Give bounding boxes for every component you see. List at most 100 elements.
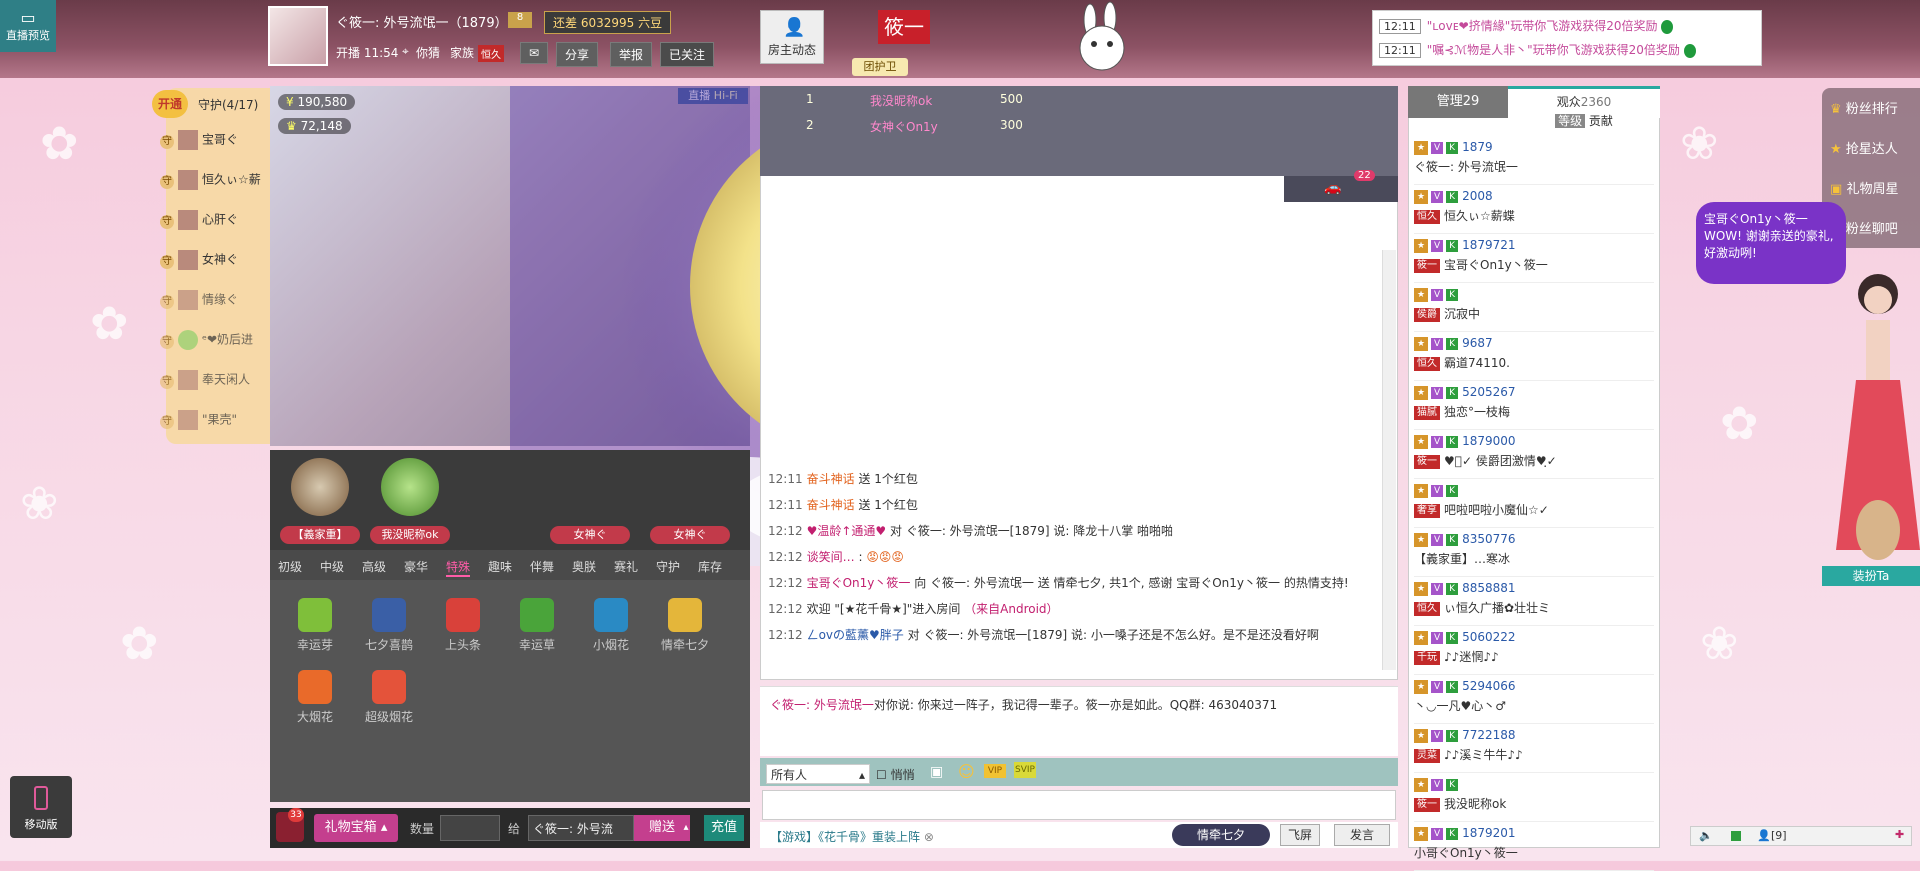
guard-member-name: 女神ぐ [202, 252, 239, 267]
quantity-input[interactable] [440, 815, 500, 841]
fan-ranking-link[interactable]: ♛ 粉丝排行 [1830, 98, 1898, 117]
viewer-row[interactable]: ★ V K 筱一 我没昵称ok [1414, 775, 1654, 822]
msg-user[interactable]: 奋斗神话 [807, 472, 855, 486]
top-gifter-slot[interactable]: 我没昵称ok [370, 458, 450, 544]
smiley-icon[interactable]: ☺ [958, 762, 975, 781]
volume-icon[interactable]: 🔈 [1699, 829, 1713, 842]
viewer-row[interactable]: ★ V K 8350776 【義家重】…寒冰 [1414, 530, 1654, 577]
gift-item[interactable]: 大烟花 [280, 670, 350, 725]
car-button[interactable]: 🚗 22 [1284, 170, 1398, 202]
viewer-row[interactable]: ★ V K 1879201 小哥ぐOn1y丶筱一 [1414, 824, 1654, 871]
family-tag[interactable]: 恒久 [478, 45, 504, 62]
gift-item[interactable]: 幸运芽 [280, 598, 350, 653]
viewer-row[interactable]: ★ V K 7722188 灵菜 ♪♪溪ミ牛牛♪♪ [1414, 726, 1654, 773]
qixi-gift-button[interactable]: 情牵七夕 [1172, 824, 1270, 846]
chat-target-select[interactable]: 所有人 ▴ [766, 764, 870, 784]
guard-group-tag[interactable]: 团护卫 [852, 58, 908, 76]
gift-tab[interactable]: 中级 [320, 558, 344, 575]
vip-emote-icon[interactable]: VIP [984, 764, 1006, 778]
dress-up-button[interactable]: 装扮Ta [1822, 566, 1920, 586]
gift-box-button[interactable]: 礼物宝箱 ▴ [314, 814, 398, 842]
viewer-row[interactable]: ★ V K 5205267 猫腻 独恋°一枝梅 [1414, 383, 1654, 430]
gift-tab[interactable]: 初级 [278, 558, 302, 575]
gift-item[interactable]: 小烟花 [576, 598, 646, 653]
viewer-badges: ★ V K 5205267 [1414, 385, 1516, 400]
vip-badge-icon: V [1431, 141, 1444, 154]
recharge-button[interactable]: 充值 [704, 815, 744, 841]
live-preview-button[interactable]: ▭ 直播预览 [0, 0, 56, 52]
host-name[interactable]: ぐ筱一: 外号流氓一（1879） [336, 12, 508, 31]
top-gifter-slot[interactable] [460, 458, 540, 544]
top-gifter-slot[interactable]: 女神ぐ [550, 458, 630, 544]
rank-name[interactable]: 我没昵称ok [870, 92, 932, 109]
msg-user[interactable]: ♥温龄↑通通♥ [807, 524, 887, 538]
top-gifter-slot[interactable]: 女神ぐ [650, 458, 730, 544]
top-gifter-slot[interactable]: 【義家重】 [280, 458, 360, 544]
viewer-row[interactable]: ★ V K 8858881 恒久 ぃ恒久广播✿壮壮ミ [1414, 579, 1654, 626]
host-dynamic-button[interactable]: 👤 房主动态 [760, 10, 824, 64]
report-button[interactable]: 举报 [610, 42, 653, 67]
rank-name[interactable]: 女神ぐOn1y [870, 118, 938, 135]
recipient-select[interactable]: ぐ筱一: 外号流 [528, 815, 634, 841]
chat-input[interactable] [762, 790, 1396, 820]
msg-user[interactable]: 欢迎 "[★花千骨★]"进入房间 [807, 602, 961, 616]
gift-tab[interactable]: 库存 [698, 558, 722, 575]
msg-user[interactable]: 谈笑间… [807, 550, 855, 564]
host-avatar[interactable] [268, 6, 328, 66]
close-icon[interactable]: ⊗ [924, 830, 934, 844]
crown-icon: ♛ [286, 119, 297, 133]
game-promo-link[interactable]: 【游戏】《花千骨》重装上阵 ⊗ [770, 828, 934, 845]
status-indicator [1731, 831, 1741, 841]
tab-managers[interactable]: 管理29 [1408, 86, 1508, 118]
vip-badge-icon: V [1431, 729, 1444, 742]
mobile-version-button[interactable]: 移动版 [10, 776, 72, 838]
msg-user[interactable]: 宝哥ぐOn1y丶筱一 [807, 576, 911, 590]
svip-emote-icon[interactable]: SVIP [1014, 762, 1036, 778]
viewer-row[interactable]: ★ V K 2008 恒久 恒久ぃ☆薪蝶 [1414, 187, 1654, 234]
gift-tab[interactable]: 奥朕 [572, 558, 596, 575]
announce-host[interactable]: ぐ筱一: 外号流氓一 [770, 698, 874, 712]
viewer-row[interactable]: ★ V K 1879000 筱一 ♥ฺ✓ 侯爵团激情♥ฺ✓ [1414, 432, 1654, 479]
viewer-row[interactable]: ★ V K 5060222 千玩 ♪♪迷惘♪♪ [1414, 628, 1654, 675]
gift-tab[interactable]: 特殊 [446, 558, 471, 577]
viewer-row[interactable]: ★ V K 奢享 吧啦吧啦小魔仙☆✓ [1414, 481, 1654, 528]
gift-tab[interactable]: 趣味 [488, 558, 512, 575]
gift-item[interactable]: 七夕喜鹊 [354, 598, 424, 653]
star-hunter-link[interactable]: ★ 抢星达人 [1830, 138, 1898, 157]
gift-tab[interactable]: 守护 [656, 558, 680, 575]
gift-item[interactable]: 幸运草 [502, 598, 572, 653]
chat-message-list: 12:11 奋斗神话 送 1个红包 12:11 奋斗神话 送 1个红包 12:12 ♥… [760, 470, 1380, 680]
chat-scrollbar[interactable] [1382, 250, 1396, 670]
viewer-row[interactable]: ★ V K 5294066 丶◡一凡♥心丶♂ [1414, 677, 1654, 724]
gift-item[interactable]: 情牵七夕 [650, 598, 720, 653]
gift-tab[interactable]: 伴舞 [530, 558, 554, 575]
tab-audience[interactable]: 观众2360 等级 贡献 [1508, 86, 1660, 128]
gift-weekly-star-link[interactable]: ▣ 礼物周星 [1830, 178, 1898, 197]
fly-screen-button[interactable]: 飞屏 [1280, 824, 1320, 846]
sort-contribution[interactable]: 贡献 [1589, 114, 1613, 128]
gift-tab[interactable]: 赛礼 [614, 558, 638, 575]
triangle-up-icon[interactable]: ▴ [678, 815, 694, 841]
notice-item[interactable]: 12:11 "嘱⊰ℳ物是人非丶"玩带你飞游戏获得20倍奖励 [1379, 41, 1696, 58]
send-message-button[interactable]: 发言 [1334, 824, 1390, 846]
share-button[interactable]: 分享 [556, 42, 599, 67]
mail-icon[interactable]: ✉ [520, 42, 549, 64]
gift-item[interactable]: 超级烟花 [354, 670, 424, 725]
msg-user[interactable]: ㄥovの藍薰♥胖子 [807, 628, 904, 642]
gift-item[interactable]: 上头条 [428, 598, 498, 653]
viewer-row[interactable]: ★ V K 9687 恒久 霸道74110. [1414, 334, 1654, 381]
viewer-row[interactable]: ★ V K 1879 ぐ筱一: 外号流氓一 [1414, 138, 1654, 185]
viewer-row[interactable]: ★ V K 1879721 筱一 宝哥ぐOn1y丶筱一 [1414, 236, 1654, 283]
image-icon[interactable]: ▣ [930, 764, 943, 780]
sort-level[interactable]: 等级 [1555, 114, 1586, 128]
notice-item[interactable]: 12:11 "ʟᴏᴠᴇ❤挤情緣"玩带你飞游戏获得20倍奖励 [1379, 17, 1674, 34]
gift-tab[interactable]: 豪华 [404, 558, 428, 575]
follow-button[interactable]: 已关注 [660, 42, 715, 67]
whisper-checkbox[interactable]: ☐ 悄悄 [876, 766, 915, 783]
plus-icon[interactable]: ✚ [1895, 828, 1904, 841]
gift-tab[interactable]: 高级 [362, 558, 386, 575]
open-guard-button[interactable]: 开通 [152, 90, 188, 118]
flower-decoration: ❀ [1680, 116, 1719, 170]
viewer-row[interactable]: ★ V K 侯爵 沉寂中 [1414, 285, 1654, 332]
msg-user[interactable]: 奋斗神话 [807, 498, 855, 512]
